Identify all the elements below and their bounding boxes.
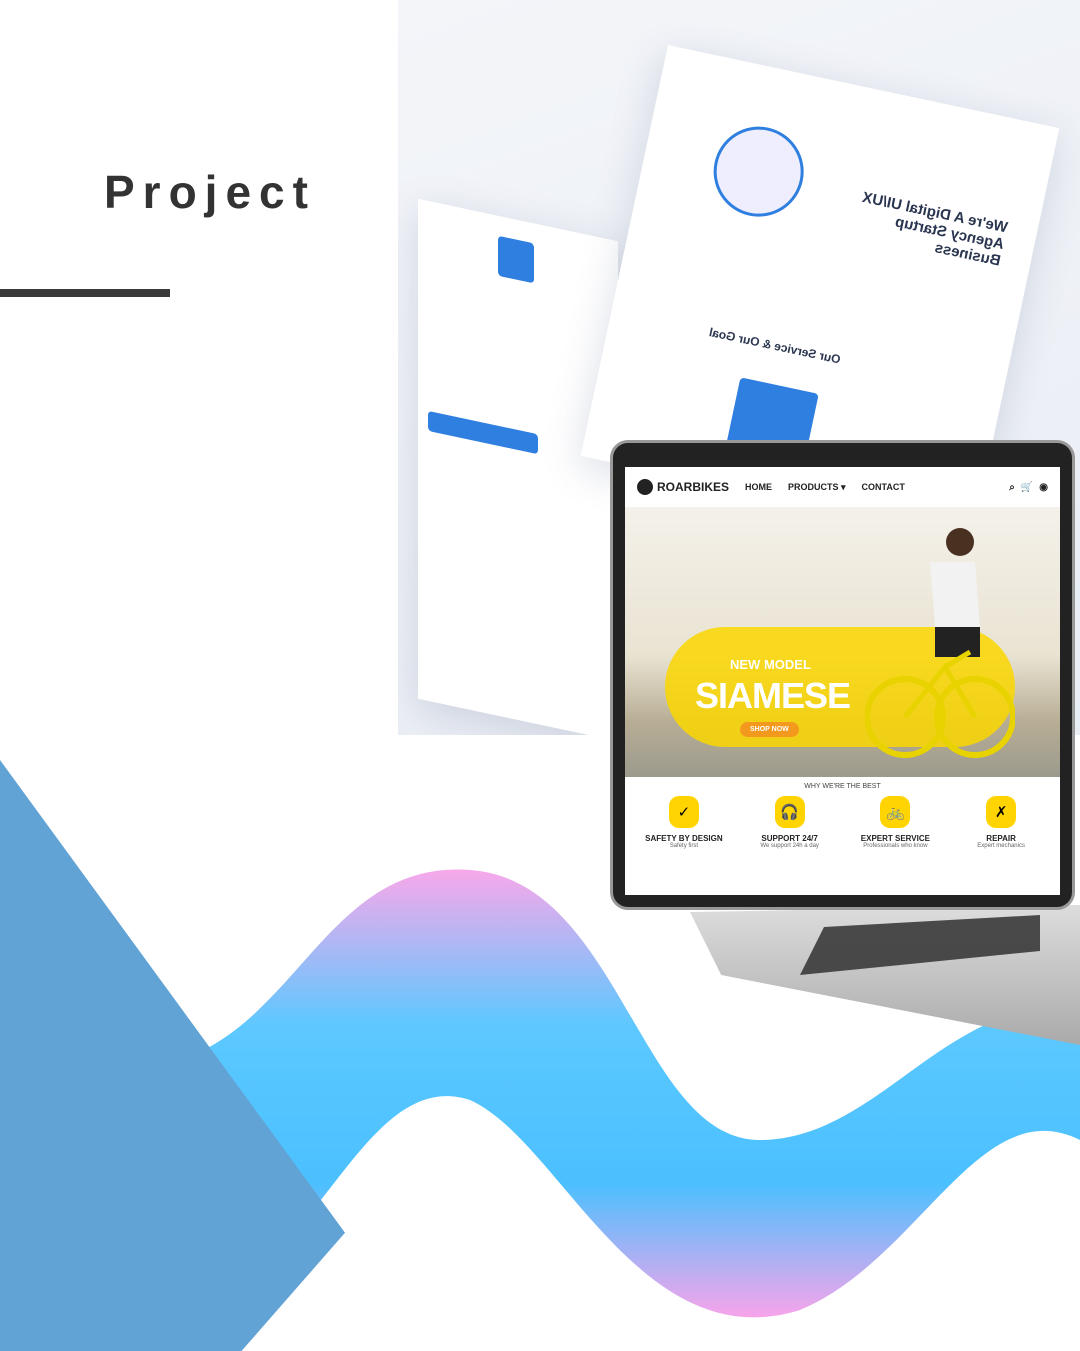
mockup-avatar xyxy=(705,118,813,225)
cart-icon[interactable]: 🛒 xyxy=(1021,482,1033,493)
user-icon[interactable]: ◉ xyxy=(1039,482,1048,493)
shield-check-icon: ✓ xyxy=(668,796,699,828)
feature-safety: ✓ SAFETY BY DESIGN Safety first xyxy=(634,796,734,849)
laptop-mockup: ROARBIKES HOME PRODUCTS ▾ CONTACT ⌕ 🛒 ◉ NE… xyxy=(610,440,1075,910)
mockup-section-title: Our Service & Our Goal xyxy=(707,325,842,367)
feature-title: SUPPORT 24/7 xyxy=(761,834,818,843)
nav-contact[interactable]: CONTACT xyxy=(862,482,905,492)
laptop-lid: ROARBIKES HOME PRODUCTS ▾ CONTACT ⌕ 🛒 ◉ NE… xyxy=(610,440,1075,910)
nav-products[interactable]: PRODUCTS ▾ xyxy=(788,482,846,493)
feature-sub: Expert mechanics xyxy=(977,843,1025,849)
headset-icon: 🎧 xyxy=(774,796,805,828)
features-row: ✓ SAFETY BY DESIGN Safety first 🎧 SUPPORT 2… xyxy=(625,790,1060,855)
feature-repair: ✗ REPAIR Expert mechanics xyxy=(951,796,1051,849)
feature-support: 🎧 SUPPORT 24/7 We support 24h a day xyxy=(740,796,840,849)
hero-kicker: NEW MODEL xyxy=(730,657,811,672)
lion-logo-icon xyxy=(637,479,653,495)
brand-name: ROARBIKES xyxy=(657,480,730,494)
bicycle-icon: 🚲 xyxy=(880,796,911,828)
why-title: WHY WE'RE THE BEST xyxy=(804,783,881,790)
mockup-headline: We're A Digital UI/UX Agency Startup Bus… xyxy=(860,188,1010,270)
title-underline xyxy=(0,289,170,297)
hero-banner: NEW MODEL SIAMESE SHOP NOW xyxy=(625,507,1060,777)
feature-title: REPAIR xyxy=(986,834,1016,843)
search-icon[interactable]: ⌕ xyxy=(1009,482,1015,493)
hero-title: SIAMESE xyxy=(695,675,851,716)
shop-now-button[interactable]: SHOP NOW xyxy=(740,722,799,737)
feature-sub: Safety first xyxy=(669,843,699,849)
feature-title: SAFETY BY DESIGN xyxy=(645,834,723,843)
feature-title: EXPERT SERVICE xyxy=(860,834,930,843)
cyclist-image xyxy=(865,528,1015,758)
feature-sub: We support 24h a day xyxy=(760,843,819,849)
mockup-block xyxy=(498,235,534,284)
mockup-block xyxy=(428,410,538,455)
page-title: Project xyxy=(104,166,316,218)
tools-icon: ✗ xyxy=(986,796,1017,828)
mockup-side-page xyxy=(418,198,618,735)
nav-home[interactable]: HOME xyxy=(745,482,772,492)
site-nav: ROARBIKES HOME PRODUCTS ▾ CONTACT ⌕ 🛒 ◉ xyxy=(625,467,1060,507)
site-logo[interactable]: ROARBIKES xyxy=(637,479,729,495)
laptop-screen: ROARBIKES HOME PRODUCTS ▾ CONTACT ⌕ 🛒 ◉ NE… xyxy=(625,467,1060,895)
feature-sub: Professionals who know xyxy=(863,843,928,849)
feature-service: 🚲 EXPERT SERVICE Professionals who know xyxy=(845,796,945,849)
